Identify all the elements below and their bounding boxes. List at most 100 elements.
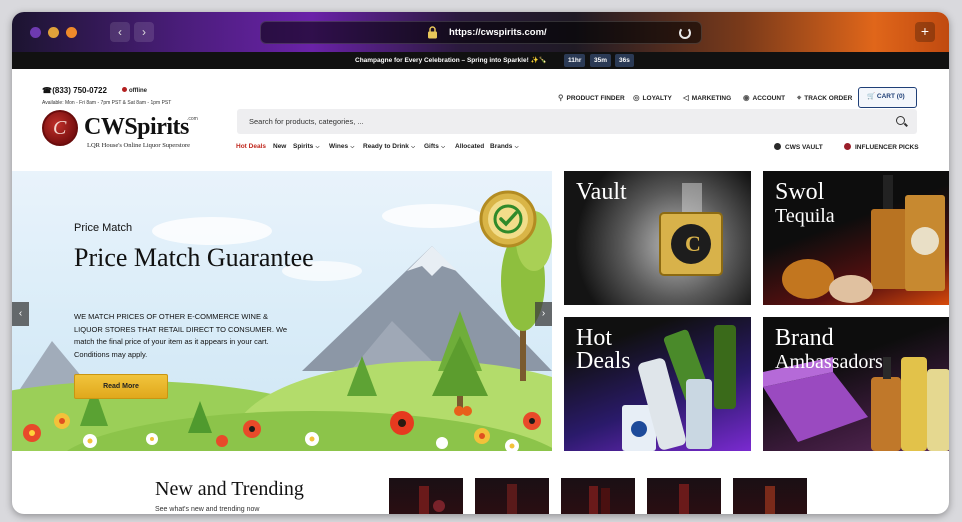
- tile-vault-label: Vault: [576, 179, 627, 205]
- nav-wines-label: Wines: [329, 143, 349, 150]
- nav-brands[interactable]: Brands ⌵: [490, 143, 519, 150]
- phone-number: (833) 750-0722: [52, 86, 107, 95]
- phone-icon: ☎: [42, 86, 52, 95]
- browser-window: ‹ › https://cwspirits.com/ + Champagne f…: [12, 12, 949, 514]
- tile-swol-tequila[interactable]: Swol Tequila: [763, 171, 949, 305]
- tile-brand-label: Brand Ambassadors: [775, 325, 883, 374]
- nav-new[interactable]: New: [273, 143, 286, 150]
- product-image: [679, 484, 689, 514]
- product-image: [419, 486, 445, 514]
- nav-allocated[interactable]: Allocated: [455, 143, 484, 150]
- chevron-down-icon: ⌵: [314, 144, 320, 150]
- location-pin-icon: ⌖: [797, 93, 802, 102]
- cws-vault-label: CWS VAULT: [785, 144, 823, 151]
- chevron-down-icon: ⌵: [513, 144, 519, 150]
- megaphone-icon: ◁: [683, 93, 689, 102]
- browser-toolbar: ‹ › https://cwspirits.com/ +: [12, 12, 949, 52]
- announcement-message[interactable]: Champagne for Every Celebration – Spring…: [355, 56, 547, 64]
- window-minimize-dot[interactable]: [48, 27, 59, 38]
- nav-ready-to-drink[interactable]: Ready to Drink ⌵: [363, 143, 415, 150]
- loyalty-icon: ◎: [633, 93, 640, 102]
- trending-product-thumb[interactable]: [647, 478, 721, 514]
- chevron-down-icon: ⌵: [409, 144, 416, 150]
- nav-hot-deals[interactable]: Hot Deals: [236, 143, 266, 150]
- product-image: [589, 486, 610, 514]
- window-close-dot[interactable]: [30, 27, 41, 38]
- tile-hot-deals-label: Hot Deals: [576, 326, 631, 374]
- window-maximize-dot[interactable]: [66, 27, 77, 38]
- user-icon: ◉: [743, 93, 750, 102]
- hero-title: Price Match Guarantee: [74, 243, 314, 272]
- trending-product-thumb[interactable]: [389, 478, 463, 514]
- vault-seal-letter: C: [685, 231, 701, 256]
- filter-icon: ⚲: [558, 93, 564, 102]
- hero-banner[interactable]: Price Match Price Match Guarantee WE MAT…: [12, 171, 552, 451]
- trending-product-thumb[interactable]: [561, 478, 635, 514]
- forward-button[interactable]: ›: [134, 22, 154, 42]
- tile-hot-line2: Deals: [576, 348, 631, 374]
- logo-seal[interactable]: C: [42, 110, 78, 146]
- chevron-down-icon: ⌵: [439, 144, 445, 150]
- trending-product-thumb[interactable]: [475, 478, 549, 514]
- logo-wordmark[interactable]: CWSpirits: [84, 114, 189, 141]
- cart-button[interactable]: 🛒 CART (0): [858, 87, 917, 108]
- tile-hot-deals[interactable]: Hot Deals: [564, 317, 751, 451]
- address-bar[interactable]: https://cwspirits.com/: [260, 21, 702, 44]
- search-icon[interactable]: [896, 116, 905, 125]
- reload-icon[interactable]: [679, 27, 691, 39]
- hero-kicker: Price Match: [74, 222, 133, 234]
- logo-tagline: LQR House's Online Liquor Superstore: [87, 142, 190, 149]
- cart-icon: 🛒: [867, 93, 876, 100]
- cart-count: (0): [896, 93, 905, 100]
- trending-product-thumb[interactable]: [733, 478, 807, 514]
- trending-title: New and Trending: [155, 478, 304, 500]
- loyalty-label: LOYALTY: [642, 95, 672, 102]
- vault-icon: [774, 143, 781, 150]
- tile-vault[interactable]: C Vault: [564, 171, 751, 305]
- timer-minutes: 35m: [590, 54, 612, 67]
- cart-label: CART: [876, 93, 895, 100]
- hero-body: WE MATCH PRICES OF OTHER E-COMMERCE WINE…: [74, 312, 288, 359]
- tile-swol-label: Swol Tequila: [775, 179, 835, 228]
- tile-swol-line2: Tequila: [775, 205, 835, 227]
- carousel-prev-button[interactable]: ‹: [12, 302, 29, 326]
- tile-brand-ambassadors[interactable]: Brand Ambassadors: [763, 317, 949, 451]
- product-finder-label: PRODUCT FINDER: [566, 95, 625, 102]
- read-more-button[interactable]: Read More: [74, 374, 168, 399]
- account-label: ACCOUNT: [752, 95, 786, 102]
- carousel-next-button[interactable]: ›: [535, 302, 552, 326]
- logo-com: .com: [187, 116, 198, 122]
- influencer-icon: [844, 143, 851, 150]
- tile-swol-line1: Swol: [775, 179, 825, 205]
- track-order-label: TRACK ORDER: [804, 95, 853, 102]
- marketing-link[interactable]: ◁ MARKETING: [683, 93, 731, 102]
- utility-bar: ☎ (833) 750-0722 offline Available: Mon …: [12, 69, 949, 112]
- tile-brand-line1: Brand: [775, 325, 834, 351]
- timer-seconds: 36s: [615, 54, 634, 67]
- url-text: https://cwspirits.com/: [449, 27, 547, 38]
- track-order-link[interactable]: ⌖ TRACK ORDER: [797, 93, 852, 103]
- search-bar: [237, 109, 917, 134]
- nav-spirits-label: Spirits: [293, 143, 314, 150]
- product-finder-link[interactable]: ⚲ PRODUCT FINDER: [558, 93, 625, 102]
- chat-status: offline: [122, 87, 147, 94]
- back-button[interactable]: ‹: [110, 22, 130, 42]
- tile-brand-line2: Ambassadors: [775, 351, 883, 373]
- new-tab-button[interactable]: +: [915, 22, 935, 42]
- status-dot-icon: [122, 87, 127, 92]
- nav-spirits[interactable]: Spirits ⌵: [293, 143, 319, 150]
- influencer-picks-link[interactable]: INFLUENCER PICKS: [844, 143, 919, 151]
- trending-subtitle: See what's new and trending now: [155, 506, 260, 513]
- loyalty-link[interactable]: ◎ LOYALTY: [633, 93, 672, 102]
- search-input[interactable]: [237, 109, 917, 134]
- announcement-bar: Champagne for Every Celebration – Spring…: [12, 52, 949, 69]
- cws-vault-link[interactable]: CWS VAULT: [774, 143, 823, 151]
- account-link[interactable]: ◉ ACCOUNT: [743, 93, 785, 102]
- nav-wines[interactable]: Wines ⌵: [329, 143, 354, 150]
- nav-gifts[interactable]: Gifts ⌵: [424, 143, 445, 150]
- timer-hours: 11hr: [564, 54, 586, 67]
- nav-rtd-label: Ready to Drink: [363, 143, 409, 150]
- phone-link[interactable]: ☎ (833) 750-0722: [42, 86, 107, 95]
- status-text: offline: [129, 88, 147, 94]
- marketing-label: MARKETING: [691, 95, 732, 102]
